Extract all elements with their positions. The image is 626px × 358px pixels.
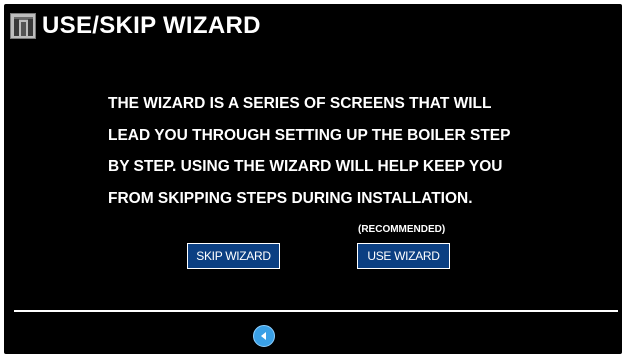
back-arrow-icon — [261, 332, 266, 340]
page-title: USE/SKIP WIZARD — [42, 12, 261, 39]
description-line: BY STEP. USING THE WIZARD WILL HELP KEEP… — [108, 158, 503, 175]
wizard-description: THE WIZARD IS A SERIES OF SCREENS THAT W… — [108, 88, 568, 214]
recommended-label: (RECOMMENDED) — [358, 224, 446, 235]
use-wizard-button[interactable]: USE WIZARD — [357, 243, 450, 269]
wizard-screen: USE/SKIP WIZARD THE WIZARD IS A SERIES O… — [4, 4, 622, 354]
title-bar: USE/SKIP WIZARD — [10, 12, 261, 40]
description-line: THE WIZARD IS A SERIES OF SCREENS THAT W… — [108, 95, 492, 112]
description-line: LEAD YOU THROUGH SETTING UP THE BOILER S… — [108, 126, 511, 144]
footer-divider — [14, 310, 618, 312]
manufacturer-logo-icon — [10, 13, 36, 39]
skip-wizard-button[interactable]: SKIP WIZARD — [187, 243, 280, 269]
description-line: FROM SKIPPING STEPS DURING INSTALLATION. — [108, 189, 473, 207]
back-button[interactable] — [253, 325, 275, 347]
use-wizard-label: USE WIZARD — [367, 249, 440, 263]
skip-wizard-label: SKIP WIZARD — [196, 249, 271, 263]
